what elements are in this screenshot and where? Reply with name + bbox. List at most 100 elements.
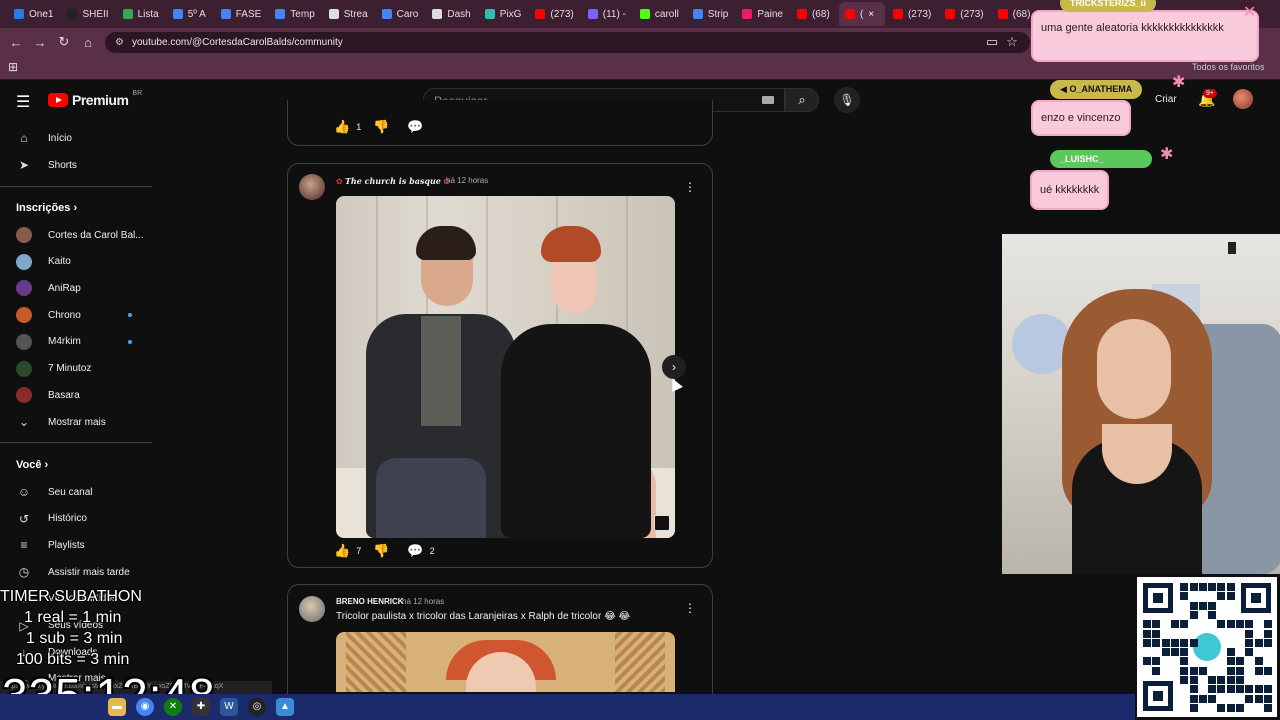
tab-favicon-icon bbox=[14, 9, 24, 19]
search-button[interactable]: ⌕ bbox=[785, 88, 819, 112]
sidebar-item-subscription[interactable]: Chrono bbox=[0, 302, 150, 328]
qr-module bbox=[1263, 666, 1272, 675]
qr-module bbox=[1263, 629, 1272, 638]
sidebar-item-subscription[interactable]: Kaito bbox=[0, 249, 150, 275]
home-icon: ⌂ bbox=[20, 131, 28, 145]
site-info-icon[interactable]: ⚙ bbox=[115, 37, 124, 48]
sidebar-item-home[interactable]: ⌂ Início bbox=[0, 125, 150, 151]
chat-message-text: enzo e vincenzo bbox=[1041, 112, 1121, 124]
browser-tab[interactable]: (68) bbox=[791, 2, 837, 26]
post-author-name[interactable]: BRENO HENRICK bbox=[336, 597, 404, 606]
sidebar-item-label: Shorts bbox=[48, 159, 77, 171]
account-avatar[interactable] bbox=[1233, 89, 1253, 109]
post-image[interactable] bbox=[336, 632, 675, 692]
qr-module bbox=[1189, 666, 1198, 675]
dislike-icon[interactable]: 👎 bbox=[373, 543, 389, 559]
comment-icon[interactable]: 💬 bbox=[407, 119, 423, 135]
word-icon[interactable]: W bbox=[220, 698, 238, 716]
more-options-icon[interactable]: ⋮ bbox=[684, 180, 696, 194]
tab-label: (68) bbox=[811, 8, 830, 20]
sidebar-item-show-more[interactable]: ⌄ Mostrar mais bbox=[0, 409, 150, 435]
post-author-avatar[interactable] bbox=[299, 174, 325, 200]
obs-icon[interactable]: ◎ bbox=[248, 698, 266, 716]
more-options-icon[interactable]: ⋮ bbox=[684, 601, 696, 615]
home-icon[interactable]: ⌂ bbox=[76, 35, 100, 50]
menu-icon[interactable]: ☰ bbox=[16, 92, 30, 112]
qr-module bbox=[1189, 676, 1198, 684]
sidebar-item-subscription[interactable]: M4rkim bbox=[0, 329, 150, 355]
sidebar-item-subscription[interactable]: 7 Minutoz bbox=[0, 356, 150, 382]
browser-tab[interactable]: caroll bbox=[634, 2, 685, 26]
sidebar-item-subscription[interactable]: Basara bbox=[0, 382, 150, 408]
all-bookmarks-link[interactable]: Todos os favoritos bbox=[1192, 62, 1265, 72]
url-text: youtube.com/@CortesdaCarolBalds/communit… bbox=[131, 37, 343, 48]
close-tab-icon[interactable]: × bbox=[868, 9, 874, 20]
qr-module bbox=[1226, 666, 1235, 675]
sidebar-item-subscription[interactable]: AniRap bbox=[0, 275, 150, 301]
next-image-button[interactable]: › bbox=[662, 355, 686, 379]
browser-tab[interactable]: (273) bbox=[887, 2, 937, 26]
post-image[interactable] bbox=[336, 196, 675, 538]
browser-tab[interactable]: (273) bbox=[939, 2, 989, 26]
apps-icon[interactable]: ⊞ bbox=[8, 60, 18, 74]
qr-module bbox=[1245, 694, 1254, 703]
search-icon: ⌕ bbox=[798, 92, 806, 107]
browser-tab[interactable]: PixG bbox=[479, 2, 528, 26]
app-icon[interactable]: ✚ bbox=[192, 698, 210, 716]
browser-tab[interactable]: Dash bbox=[426, 2, 476, 26]
qr-module bbox=[1217, 620, 1226, 629]
back-icon[interactable]: ← bbox=[4, 35, 28, 50]
forward-icon[interactable]: → bbox=[28, 35, 52, 50]
browser-tab[interactable]: Caro bbox=[376, 2, 425, 26]
chrome-icon[interactable]: ◉ bbox=[136, 698, 154, 716]
like-icon[interactable]: 👍 bbox=[334, 119, 350, 135]
post-time: há 12 horas bbox=[402, 597, 445, 606]
qr-module bbox=[1152, 657, 1161, 666]
bookmark-star-icon[interactable]: ☆ bbox=[1000, 34, 1024, 50]
sidebar-item-you[interactable]: ≡ Playlists bbox=[0, 532, 150, 558]
qr-module bbox=[1208, 583, 1217, 591]
file-explorer-icon[interactable]: ▬ bbox=[108, 698, 126, 716]
keyboard-icon[interactable] bbox=[762, 96, 774, 104]
browser-tab[interactable]: Strip bbox=[687, 2, 735, 26]
tab-label: Temp bbox=[290, 8, 315, 20]
browser-tab[interactable]: Lista bbox=[117, 2, 165, 26]
sidebar-item-shorts[interactable]: ➤ Shorts bbox=[0, 152, 150, 178]
like-icon[interactable]: 👍 bbox=[334, 543, 350, 559]
qr-module bbox=[1143, 657, 1151, 666]
sidebar-item-subscription[interactable]: Cortes da Carol Bal... bbox=[0, 222, 150, 248]
sidebar-item-you[interactable]: ↺ Histórico bbox=[0, 506, 150, 532]
app-icon[interactable]: ▲ bbox=[276, 698, 294, 716]
voice-search-button[interactable]: 🎙 bbox=[834, 87, 860, 113]
post-author-avatar[interactable] bbox=[299, 596, 325, 622]
reload-icon[interactable]: ↻ bbox=[52, 34, 76, 50]
qr-module bbox=[1161, 648, 1170, 657]
browser-tab[interactable]: (11) - bbox=[582, 2, 632, 26]
qr-module bbox=[1263, 638, 1272, 647]
browser-tab[interactable]: Strea bbox=[323, 2, 374, 26]
create-button[interactable]: Criar bbox=[1155, 94, 1177, 105]
tab-favicon-icon bbox=[692, 9, 703, 19]
browser-tab[interactable]: One1 bbox=[8, 2, 59, 26]
subscriptions-header[interactable]: Inscrições › bbox=[16, 202, 77, 214]
sidebar-item-you[interactable]: ◷ Assistir mais tarde bbox=[0, 559, 150, 585]
tab-favicon-icon bbox=[844, 9, 855, 19]
browser-tab[interactable]: FASE bbox=[215, 2, 268, 26]
chat-message: ué kkkkkkkk bbox=[1030, 170, 1110, 210]
sidebar-item-you[interactable]: ☺ Seu canal bbox=[0, 479, 150, 505]
browser-tab[interactable]: SHEII bbox=[61, 2, 114, 26]
youtube-logo[interactable]: Premium BR bbox=[48, 90, 142, 108]
post-author-name[interactable]: ✿ The church is basque ✿ bbox=[336, 176, 450, 186]
you-header[interactable]: Você › bbox=[16, 459, 48, 471]
dislike-icon[interactable]: 👎 bbox=[373, 119, 389, 135]
browser-tab[interactable]: Paine bbox=[736, 2, 789, 26]
xbox-icon[interactable]: ✕ bbox=[164, 698, 182, 716]
browser-tab[interactable]: (273) bbox=[529, 2, 579, 26]
browser-tab[interactable]: Temp bbox=[269, 2, 320, 26]
subathon-rule: 1 sub = 3 min bbox=[26, 630, 123, 647]
browser-tab[interactable]: 5º A bbox=[167, 2, 213, 26]
comment-icon[interactable]: 💬 bbox=[407, 543, 423, 559]
address-bar[interactable]: ⚙ youtube.com/@CortesdaCarolBalds/commun… bbox=[105, 32, 1030, 53]
browser-tab[interactable]: (× bbox=[838, 2, 885, 26]
tab-label: (273) bbox=[550, 8, 574, 20]
